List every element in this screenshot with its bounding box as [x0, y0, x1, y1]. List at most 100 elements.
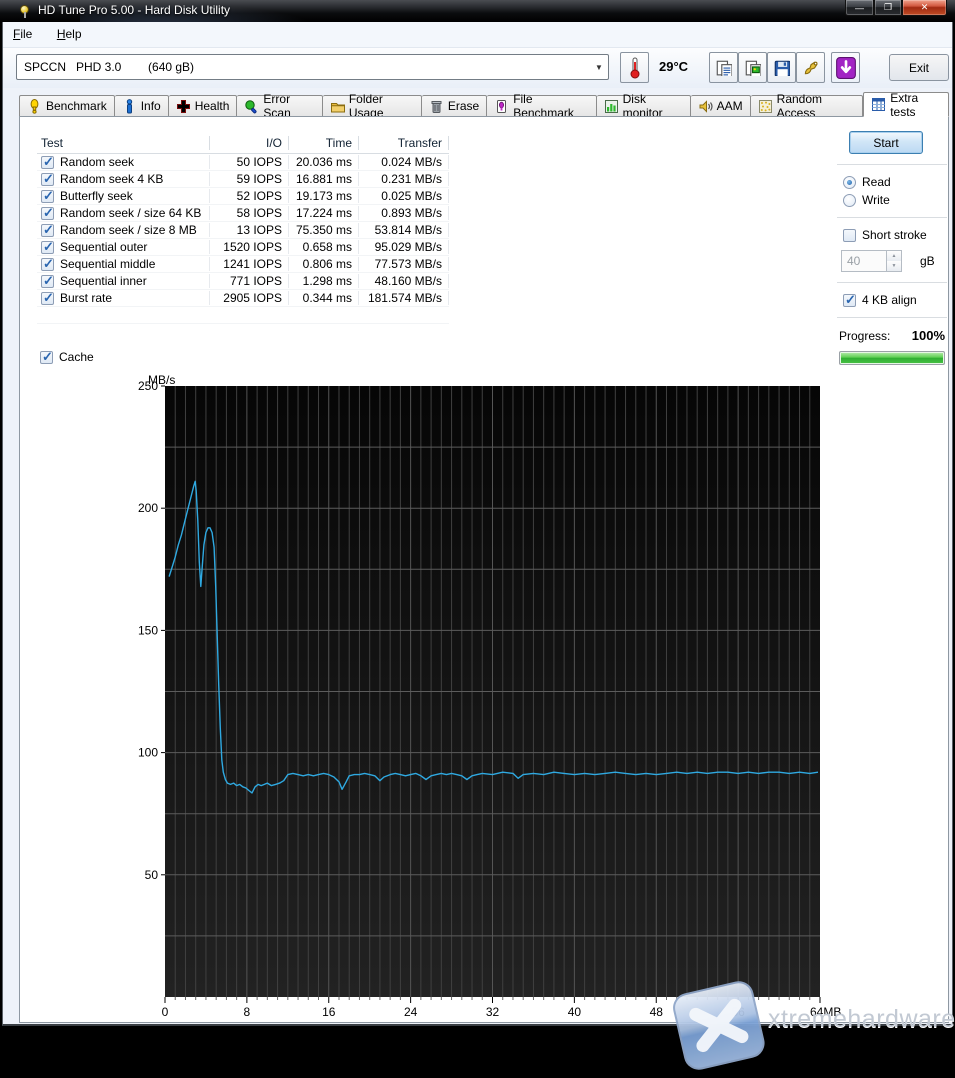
transfer-value: 48.160 MB/s — [359, 274, 449, 288]
window-title: HD Tune Pro 5.00 - Hard Disk Utility — [38, 3, 231, 17]
maximize-button[interactable]: ❐ — [874, 0, 902, 16]
tab-aam[interactable]: AAM — [690, 95, 751, 117]
cache-label: Cache — [59, 350, 94, 364]
table-row[interactable]: Random seek / size 8 MB 13 IOPS75.350 ms5… — [37, 222, 449, 239]
test-checkbox[interactable] — [41, 239, 54, 255]
test-checkbox[interactable] — [41, 171, 54, 187]
tab-error-scan[interactable]: Error Scan — [237, 92, 323, 120]
aam-icon — [699, 99, 713, 113]
tab-info[interactable]: Info — [114, 95, 169, 117]
test-checkbox[interactable] — [41, 256, 54, 272]
test-checkbox[interactable] — [41, 273, 54, 289]
io-value: 52 IOPS — [210, 189, 289, 203]
divider — [837, 282, 947, 283]
column-header-transfer[interactable]: Transfer — [359, 135, 449, 150]
read-radio[interactable]: Read — [843, 175, 947, 189]
cache-checkbox-row[interactable]: Cache — [40, 349, 94, 365]
x-axis-tick-label: 8 — [244, 1005, 251, 1019]
short-stroke-size-input[interactable]: 40 — [841, 250, 887, 272]
table-row[interactable]: Random seek / size 64 KB 58 IOPS17.224 ms… — [37, 205, 449, 222]
table-row[interactable]: Butterfly seek 52 IOPS19.173 ms0.025 MB/s — [37, 188, 449, 205]
table-row[interactable]: Random seek 50 IOPS20.036 ms0.024 MB/s — [37, 154, 449, 171]
tab-benchmark[interactable]: Benchmark — [19, 95, 115, 117]
table-row[interactable]: Random seek 4 KB 59 IOPS16.881 ms0.231 MB… — [37, 171, 449, 188]
test-name: Random seek / size 64 KB — [60, 206, 202, 220]
copy-image-button[interactable] — [738, 52, 767, 83]
write-radio-circle[interactable] — [843, 193, 856, 207]
y-axis-tick-label: 100 — [138, 746, 158, 760]
tab-label: Erase — [447, 99, 480, 113]
time-value: 0.806 ms — [289, 257, 359, 271]
tab-extra-tests[interactable]: Extra tests — [863, 90, 949, 119]
read-radio-circle[interactable] — [843, 175, 856, 189]
save-icon — [774, 60, 790, 76]
test-name: Sequential outer — [60, 240, 148, 254]
read-radio-label: Read — [862, 175, 891, 189]
tab-label: AAM — [716, 99, 743, 113]
minimize-button[interactable]: — — [845, 0, 874, 16]
update-icon — [835, 56, 856, 79]
short-stroke-checkbox-row[interactable]: Short stroke — [843, 228, 947, 242]
drive-select[interactable]: SPCCN PHD 3.0 (640 gB) ▼ — [16, 54, 609, 80]
health-icon — [176, 99, 190, 113]
test-name: Sequential inner — [60, 274, 147, 288]
io-value: 1241 IOPS — [210, 257, 289, 271]
tab-folder-usage[interactable]: Folder Usage — [322, 92, 422, 120]
tab-health[interactable]: Health — [168, 95, 238, 117]
tab-erase[interactable]: Erase — [421, 95, 488, 117]
update-button[interactable] — [831, 52, 860, 83]
hd-tune-window: HD Tune Pro 5.00 - Hard Disk Utility — ❐… — [0, 0, 955, 1070]
start-button[interactable]: Start — [849, 131, 923, 154]
tab-file-benchmark[interactable]: File Benchmark — [487, 92, 597, 120]
write-radio[interactable]: Write — [843, 193, 947, 207]
tab-label: Info — [140, 99, 161, 113]
x-axis-tick-label: 24 — [404, 1005, 418, 1019]
options-button[interactable] — [796, 52, 825, 83]
test-checkbox[interactable] — [41, 154, 54, 170]
tab-label: Health — [194, 99, 230, 113]
test-checkbox[interactable] — [41, 290, 54, 306]
time-value: 20.036 ms — [289, 155, 359, 169]
table-row[interactable]: Burst rate 2905 IOPS0.344 ms181.574 MB/s — [37, 290, 449, 307]
close-button[interactable]: ✕ — [902, 0, 947, 16]
column-header-time[interactable]: Time — [289, 135, 359, 150]
io-value: 771 IOPS — [210, 274, 289, 288]
x-axis-tick-label: 16 — [322, 1005, 336, 1019]
test-name: Random seek / size 8 MB — [60, 223, 197, 237]
short-stroke-stepper[interactable]: ▲ ▼ — [887, 250, 902, 272]
divider — [837, 164, 947, 165]
table-header: Test I/O Time Transfer — [37, 132, 449, 154]
menu-file[interactable]: File — [3, 22, 42, 46]
copy-text-button[interactable] — [709, 52, 738, 83]
menu-help[interactable]: Help — [47, 22, 92, 46]
time-value: 0.344 ms — [289, 291, 359, 305]
benchmark-icon — [30, 98, 39, 114]
table-row[interactable]: Sequential outer 1520 IOPS0.658 ms95.029 … — [37, 239, 449, 256]
align-checkbox-row[interactable]: 4 KB align — [843, 292, 947, 308]
table-row-empty — [37, 307, 449, 324]
save-button[interactable] — [767, 52, 796, 83]
short-stroke-label: Short stroke — [862, 228, 927, 242]
cache-checkbox[interactable] — [40, 349, 53, 365]
column-header-io[interactable]: I/O — [210, 135, 289, 150]
tab-label: Extra tests — [890, 90, 919, 119]
column-header-test[interactable]: Test — [37, 135, 210, 150]
test-checkbox[interactable] — [41, 205, 54, 221]
tab-disk-monitor[interactable]: Disk monitor — [596, 92, 691, 120]
exit-button[interactable]: Exit — [889, 54, 949, 81]
table-row[interactable]: Sequential inner 771 IOPS1.298 ms48.160 M… — [37, 273, 449, 290]
align-checkbox[interactable] — [843, 292, 856, 308]
test-checkbox[interactable] — [41, 188, 54, 204]
title-bar[interactable]: HD Tune Pro 5.00 - Hard Disk Utility — ❐… — [0, 0, 955, 22]
transfer-value: 0.231 MB/s — [359, 172, 449, 186]
tab-random-access[interactable]: Random Access — [750, 92, 864, 120]
short-stroke-checkbox[interactable] — [843, 228, 856, 242]
x-axis-tick-label: 0 — [162, 1005, 169, 1019]
info-icon — [126, 98, 132, 113]
table-row[interactable]: Sequential middle 1241 IOPS0.806 ms77.573… — [37, 256, 449, 273]
options-icon — [804, 61, 818, 75]
temperature-button[interactable] — [620, 52, 649, 83]
test-checkbox[interactable] — [41, 222, 54, 238]
folder-icon — [330, 102, 345, 112]
io-value: 59 IOPS — [210, 172, 289, 186]
